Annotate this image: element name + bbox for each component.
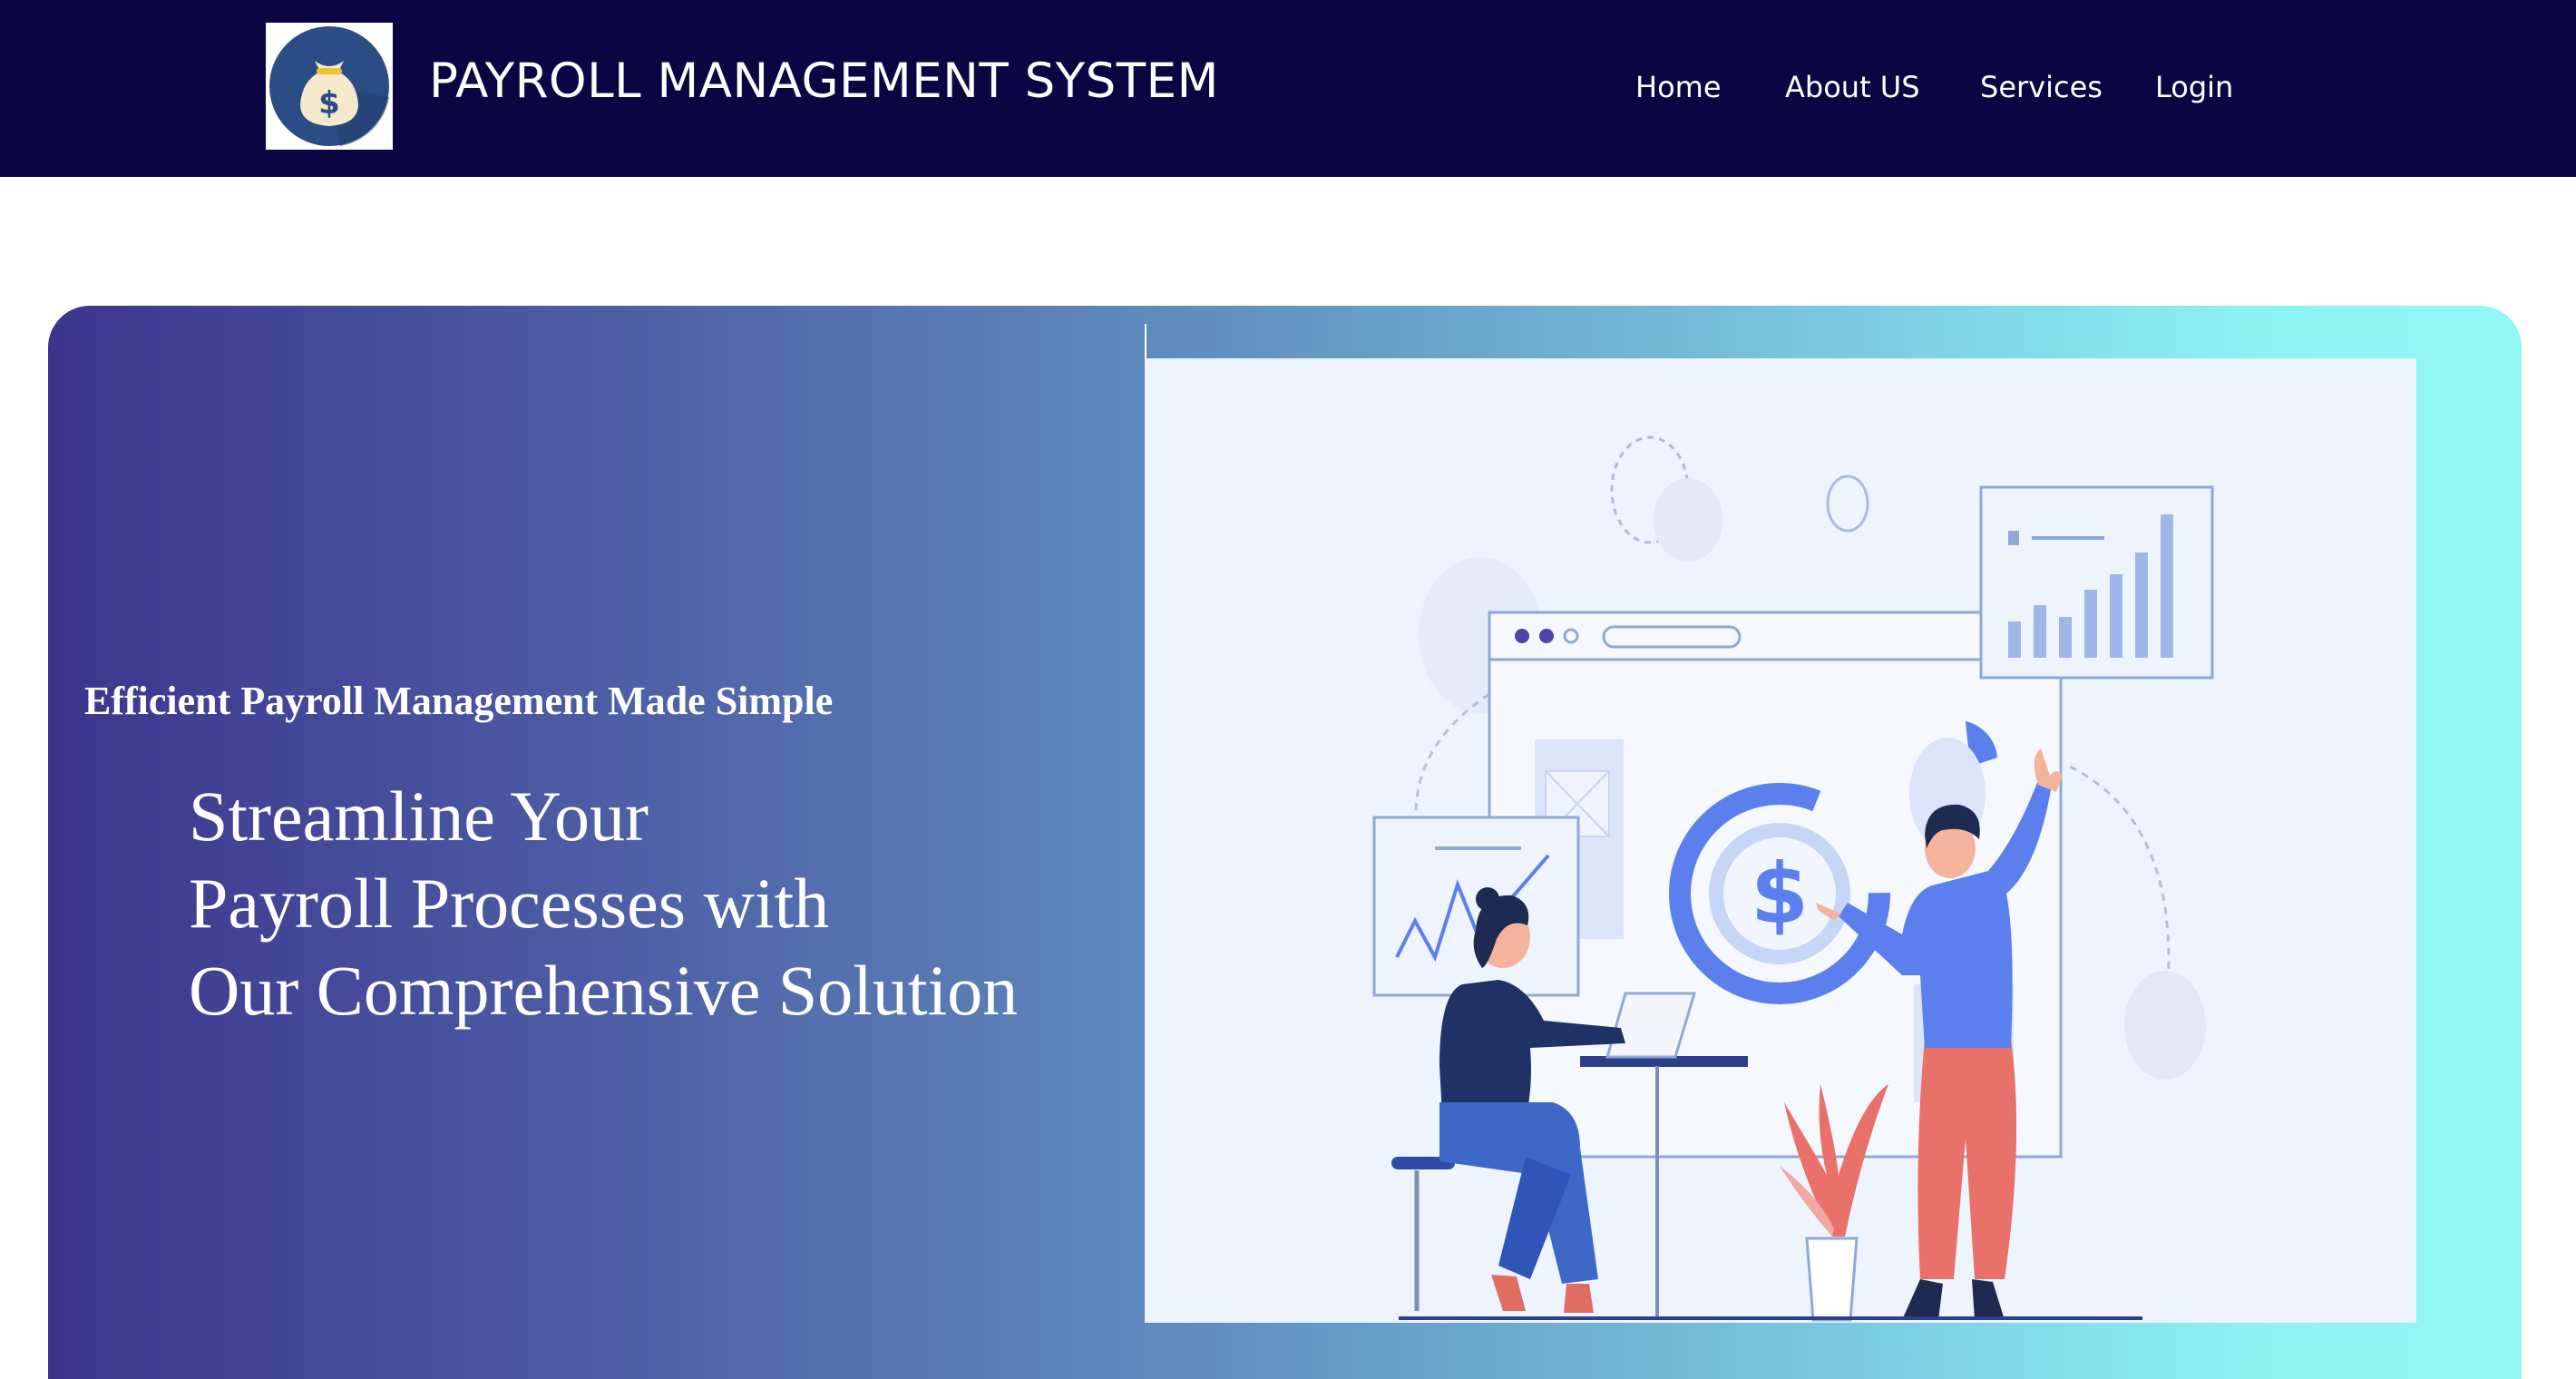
divider: [1145, 324, 1147, 360]
logo[interactable]: $: [266, 23, 393, 150]
hero-headline-line: Streamline Your: [189, 777, 649, 856]
hero-section: Efficient Payroll Management Made Simple…: [48, 306, 2522, 1379]
top-navbar: $ PAYROLL MANAGEMENT SYSTEM Home About U…: [0, 0, 2576, 177]
nav-login-link[interactable]: Login: [2155, 62, 2233, 112]
hero-headline-line: Payroll Processes with: [189, 864, 830, 943]
svg-text:$: $: [1751, 846, 1809, 943]
nav-about-link[interactable]: About US: [1785, 62, 1920, 112]
nav-home-link[interactable]: Home: [1635, 62, 1722, 112]
hero-kicker: Efficient Payroll Management Made Simple: [84, 679, 834, 723]
svg-text:$: $: [318, 85, 340, 122]
hero-headline: Streamline Your Payroll Processes with O…: [189, 773, 1018, 1034]
payroll-analytics-illustration: $: [1145, 358, 2416, 1323]
nav-services-link[interactable]: Services: [1980, 62, 2103, 112]
brand-title: PAYROLL MANAGEMENT SYSTEM: [429, 54, 1219, 109]
hero-headline-line: Our Comprehensive Solution: [189, 951, 1019, 1030]
money-bag-icon: $: [269, 26, 389, 146]
